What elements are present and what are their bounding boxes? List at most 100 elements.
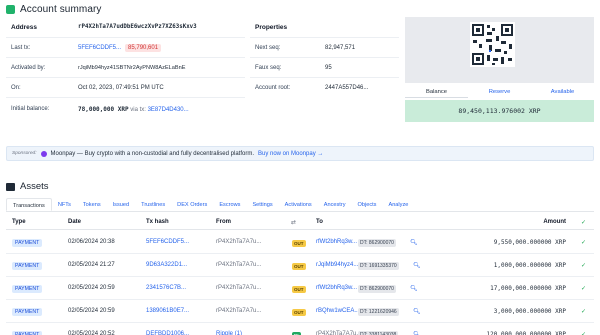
search-icon[interactable]: 🔍︎ xyxy=(413,262,421,269)
amount-value: 9,550,000.000000 XRP xyxy=(493,239,566,246)
initial-balance-row: Initial balance: 78,000,000 XRP via tx: … xyxy=(6,98,245,120)
properties-header-row: Properties xyxy=(250,17,399,38)
tab-tokens[interactable]: Tokens xyxy=(77,198,107,211)
properties-card: Properties Next seq: 82,947,571 Faux seq… xyxy=(250,17,399,139)
from-address: rP4X2hTa7A7u... xyxy=(216,308,262,314)
to-address[interactable]: rBQhw1wCEA... xyxy=(316,308,359,314)
table-row[interactable]: PAYMENT 02/05/2024 20:59 2341576C7B... rP4X… xyxy=(6,277,594,300)
tab-dex-orders[interactable]: DEX Orders xyxy=(171,198,213,211)
sponsor-tag: Sponsored: xyxy=(12,151,37,156)
tab-reserve[interactable]: Reserve xyxy=(468,86,531,98)
next-seq-value: 82,947,571 xyxy=(325,44,356,51)
activated-on-row: On: Oct 02, 2023, 07:49:51 PM UTC xyxy=(6,78,245,98)
col-type: Type xyxy=(12,219,26,225)
status-check-icon: ✓ xyxy=(580,240,586,246)
tab-issued[interactable]: Issued xyxy=(107,198,135,211)
balance-value: 89,450,113.976002 XRP xyxy=(405,100,594,122)
tx-date: 02/05/2024 20:52 xyxy=(68,331,115,335)
address-row: Address rP4X2hTa7A7udDbE6wczXvPz7XZ63sKx… xyxy=(6,17,245,38)
qr-code-icon[interactable] xyxy=(470,22,515,67)
tab-transactions[interactable]: Transactions xyxy=(6,198,52,211)
last-tx-ledger-badge[interactable]: 85,790,601 xyxy=(125,43,162,52)
initial-balance-amount: 78,000,000 XRP xyxy=(78,105,129,113)
last-tx-value: 5FEF6CDDF5... 85,790,601 xyxy=(78,43,162,52)
destination-tag-badge: DT: 1221620946 xyxy=(358,308,399,316)
activated-by-link[interactable]: rJqiMb94hyz41SBTNr2AyPNW8AzELaBnE xyxy=(78,65,185,71)
tab-ancestry[interactable]: Ancestry xyxy=(318,198,352,211)
search-icon[interactable]: 🔍︎ xyxy=(413,331,421,335)
amount-value: 120,000,000.000000 XRP xyxy=(486,331,566,335)
faux-seq-row: Faux seq: 95 xyxy=(250,58,399,78)
assets-title: Assets xyxy=(20,181,49,192)
status-check-icon: ✓ xyxy=(580,263,586,269)
to-address: rP4X2hTa7A7u... xyxy=(316,331,362,335)
address-label: Address xyxy=(11,23,38,31)
address-value[interactable]: rP4X2hTa7A7udDbE6wczXvPz7XZ63sKxv3 xyxy=(78,24,197,30)
search-icon[interactable]: 🔍︎ xyxy=(410,285,418,292)
to-address[interactable]: rJqiMb94hyz4... xyxy=(316,262,358,268)
to-address[interactable]: rfWt2bhRq3w... xyxy=(316,285,357,291)
tx-date: 02/05/2024 20:59 xyxy=(68,308,115,314)
type-badge: PAYMENT xyxy=(12,239,43,247)
destination-tag-badge: DT: 1691335370 xyxy=(358,262,399,270)
col-date: Date xyxy=(68,219,82,225)
activated-by-row: Activated by: rJqiMb94hyz41SBTNr2AyPNW8A… xyxy=(6,58,245,78)
via-tx-link[interactable]: 3E87D4D430... xyxy=(148,107,189,113)
tx-date: 02/05/2024 20:59 xyxy=(68,285,115,291)
table-row[interactable]: PAYMENT 02/05/2024 20:59 1389061B0E7... rP4… xyxy=(6,300,594,323)
tab-objects[interactable]: Objects xyxy=(352,198,383,211)
destination-tag-badge: DT: 862900070 xyxy=(358,239,396,247)
from-address[interactable]: Ripple (1) xyxy=(216,331,242,335)
direction-badge: OUT xyxy=(292,309,306,316)
col-tx-hash: Tx hash xyxy=(146,219,169,225)
activated-by-label: Activated by: xyxy=(11,64,46,71)
tab-nfts[interactable]: NFTs xyxy=(52,198,77,211)
tx-hash-link[interactable]: 9D63A322D1... xyxy=(146,262,187,268)
search-icon[interactable]: 🔍︎ xyxy=(413,308,421,315)
last-tx-row: Last tx: 5FEF6CDDF5... 85,790,601 xyxy=(6,38,245,58)
tab-balance[interactable]: Balance xyxy=(405,86,468,98)
table-row[interactable]: PAYMENT 02/05/2024 20:52 DEFBDD1006... Ripp… xyxy=(6,323,594,335)
status-check-icon: ✓ xyxy=(580,332,586,335)
direction-badge: OUT xyxy=(292,286,306,293)
tab-available[interactable]: Available xyxy=(531,86,594,98)
type-badge: PAYMENT xyxy=(12,262,43,270)
search-icon[interactable]: 🔍︎ xyxy=(410,239,418,246)
col-direction[interactable]: ⇄ xyxy=(291,219,296,226)
account-root-link[interactable]: 2447A557D46... xyxy=(325,85,368,91)
account-summary-title: Account summary xyxy=(20,4,102,15)
from-address: rP4X2hTa7A7u... xyxy=(216,239,262,245)
next-seq-label: Next seq: xyxy=(255,44,281,51)
status-check-icon: ✓ xyxy=(580,286,586,292)
table-row[interactable]: PAYMENT 02/05/2024 21:27 9D63A322D1... rP4X… xyxy=(6,254,594,277)
tx-hash-link[interactable]: 5FEF6CDDF5... xyxy=(146,239,189,245)
amount-value: 1,000,000.000000 XRP xyxy=(493,262,566,269)
sponsor-banner: Sponsored: Moonpay — Buy crypto with a n… xyxy=(6,146,594,161)
tab-analyze[interactable]: Analyze xyxy=(382,198,414,211)
col-amount: Amount xyxy=(543,219,566,225)
tab-trustlines[interactable]: Trustlines xyxy=(135,198,171,211)
initial-balance-label: Initial balance: xyxy=(11,106,50,112)
transactions-table-header: Type Date Tx hash From ⇄ To Amount ✓ xyxy=(6,216,594,230)
table-row[interactable]: PAYMENT 02/06/2024 20:38 5FEF6CDDF5... rP4X… xyxy=(6,231,594,254)
destination-tag-badge: DT: 3381143038 xyxy=(358,331,399,335)
faux-seq-value: 95 xyxy=(325,64,332,71)
from-address: rP4X2hTa7A7u... xyxy=(216,262,262,268)
tab-activations[interactable]: Activations xyxy=(279,198,318,211)
tx-hash-link[interactable]: DEFBDD1006... xyxy=(146,331,189,335)
type-badge: PAYMENT xyxy=(12,285,43,293)
tab-escrows[interactable]: Escrows xyxy=(213,198,246,211)
last-tx-hash-link[interactable]: 5FEF6CDDF5... xyxy=(78,45,121,51)
to-address[interactable]: rfWt2bhRq3w... xyxy=(316,239,357,245)
from-address: rP4X2hTa7A7u... xyxy=(216,285,262,291)
sponsor-cta-link[interactable]: Buy now on Moonpay → xyxy=(258,151,323,157)
balance-tabs: Balance Reserve Available xyxy=(405,86,594,98)
stack-icon xyxy=(6,182,15,191)
tab-settings[interactable]: Settings xyxy=(246,198,278,211)
tx-hash-link[interactable]: 2341576C7B... xyxy=(146,285,186,291)
account-summary-card: Address rP4X2hTa7A7udDbE6wczXvPz7XZ63sKx… xyxy=(6,17,245,139)
properties-title: Properties xyxy=(255,23,288,31)
account-root-label: Account root: xyxy=(255,85,291,91)
tx-date: 02/05/2024 21:27 xyxy=(68,262,115,268)
tx-hash-link[interactable]: 1389061B0E7... xyxy=(146,308,189,314)
